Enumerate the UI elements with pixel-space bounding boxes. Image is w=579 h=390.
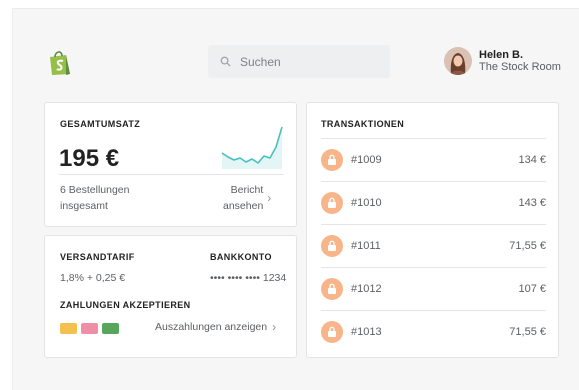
- sales-card: GESAMTUMSATZ 195 € 6 Bestellungen insges…: [44, 102, 297, 227]
- report-line-1: Bericht: [230, 184, 264, 196]
- lock-icon: [321, 320, 343, 343]
- chevron-right-icon: ›: [272, 320, 277, 334]
- lock-icon: [321, 234, 343, 257]
- orders-line-1: 6 Bestellungen: [60, 184, 130, 196]
- store-name: The Stock Room: [479, 61, 561, 73]
- transaction-row[interactable]: #1009 134 €: [321, 138, 546, 181]
- view-report-link[interactable]: Bericht ansehen ›: [223, 182, 271, 214]
- payouts-label: Auszahlungen anzeigen: [155, 321, 268, 333]
- user-name: Helen B.: [479, 49, 524, 61]
- shopify-logo-icon[interactable]: [46, 48, 74, 76]
- view-payouts-link[interactable]: Auszahlungen anzeigen ›: [155, 319, 276, 335]
- bank-value: •••• •••• •••• 1234: [210, 272, 287, 284]
- rates-card: VERSANDTARIF 1,8% + 0,25 € BANKKONTO •••…: [44, 235, 297, 358]
- transaction-id: #1013: [351, 325, 382, 338]
- lock-icon: [321, 148, 343, 171]
- transaction-row[interactable]: #1013 71,55 €: [321, 310, 546, 353]
- shipping-title: VERSANDTARIF: [60, 252, 135, 262]
- transaction-amount: 107 €: [518, 282, 546, 295]
- transaction-id: #1009: [351, 153, 382, 166]
- transaction-id: #1011: [351, 239, 381, 252]
- transaction-id: #1010: [351, 196, 382, 209]
- payment-methods: [60, 323, 123, 334]
- transaction-amount: 134 €: [518, 153, 546, 166]
- sales-divider: [59, 174, 284, 175]
- shipping-value: 1,8% + 0,25 €: [60, 272, 126, 284]
- transaction-amount: 71,55 €: [509, 325, 546, 338]
- chevron-right-icon: ›: [267, 191, 272, 205]
- avatar: [444, 47, 472, 75]
- payment-card-icon: [81, 323, 98, 334]
- sales-total: 195 €: [59, 145, 120, 172]
- search-input[interactable]: Suchen: [208, 45, 390, 78]
- orders-line-2: insgesamt: [60, 200, 108, 212]
- payment-card-icon: [60, 323, 77, 334]
- transaction-row[interactable]: #1012 107 €: [321, 267, 546, 310]
- transaction-row[interactable]: #1010 143 €: [321, 181, 546, 224]
- lock-icon: [321, 277, 343, 300]
- sales-title: GESAMTUMSATZ: [60, 119, 141, 129]
- search-placeholder: Suchen: [240, 54, 281, 69]
- transaction-row[interactable]: #1011 71,55 €: [321, 224, 546, 267]
- sales-sparkline: [221, 126, 283, 169]
- user-menu[interactable]: Helen B. The Stock Room: [444, 47, 561, 75]
- transaction-id: #1012: [351, 282, 382, 295]
- payments-title: ZAHLUNGEN AKZEPTIEREN: [60, 300, 191, 310]
- payment-card-icon: [102, 323, 119, 334]
- transactions-title: TRANSAKTIONEN: [321, 119, 405, 129]
- transactions-card: TRANSAKTIONEN #1009 134 € #1010 143 € #1…: [306, 102, 559, 358]
- search-icon: [220, 56, 231, 67]
- orders-summary: 6 Bestellungen insgesamt: [60, 182, 129, 214]
- report-line-2: ansehen: [223, 200, 264, 212]
- transaction-amount: 71,55 €: [509, 239, 546, 252]
- transaction-amount: 143 €: [518, 196, 546, 209]
- bank-title: BANKKONTO: [210, 252, 272, 262]
- lock-icon: [321, 191, 343, 214]
